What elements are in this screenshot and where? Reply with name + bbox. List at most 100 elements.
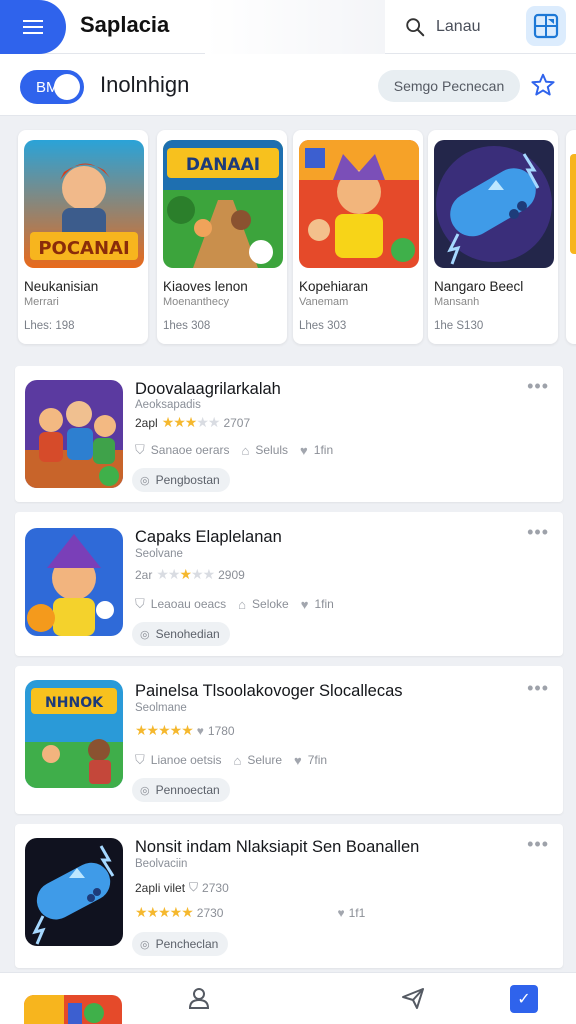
neon-controller-art <box>25 838 123 946</box>
menu-button[interactable] <box>0 0 66 54</box>
featured-card[interactable]: POCANAI Neukanisian Merrari Lhes: 198 <box>18 130 148 344</box>
rating-count: 2730 <box>196 905 224 920</box>
meta-a: Leaoau oeacs <box>150 597 227 611</box>
category-chip[interactable]: ◎ Pennoectan <box>132 778 230 802</box>
item-developer: Seolvane <box>135 548 183 560</box>
rating-count: 2909 <box>218 567 245 582</box>
featured-card-partial[interactable] <box>566 130 576 344</box>
shield-icon: ⛉ <box>135 596 145 611</box>
tag-icon: ◎ <box>140 938 150 951</box>
filter-pill[interactable]: Semgo Pecnecan <box>378 70 520 102</box>
send-icon[interactable] <box>400 985 426 1011</box>
item-title: Painelsa Tlsoolakovoger Slocallecas <box>135 682 403 700</box>
rating-stars: ★★★★★ <box>135 904 194 920</box>
more-options-icon[interactable]: ••• <box>527 678 549 699</box>
meta-a: Sanaoe oerars <box>150 443 230 457</box>
shield-icon: ⛉ <box>135 752 145 767</box>
island-battle-art: NHNOK <box>25 680 123 788</box>
more-options-icon[interactable]: ••• <box>527 834 549 855</box>
rating-count: 2707 <box>223 415 251 430</box>
item-rating: ★★★★★ ♥ 1780 <box>135 722 235 739</box>
category-chip[interactable]: ◎ Pencheclan <box>132 932 229 956</box>
featured-meta: 1hes 308 <box>163 320 211 332</box>
grid-button[interactable] <box>526 6 566 46</box>
toggle-knob <box>54 74 80 100</box>
hamburger-icon <box>23 25 43 29</box>
chat-icon: ⌂ <box>233 752 242 768</box>
featured-carousel: POCANAI Neukanisian Merrari Lhes: 198 DA… <box>0 116 576 356</box>
chip-label: Pencheclan <box>155 937 219 951</box>
featured-meta: Lhes: 198 <box>24 320 75 332</box>
featured-subtitle: Mansanh <box>434 296 480 308</box>
heart-icon: ♥ <box>196 723 204 738</box>
featured-title: Neukanisian <box>24 279 99 294</box>
item-rating: 2ar ★★★★★ 2909 <box>135 566 245 583</box>
featured-title: Kopehiaran <box>299 279 369 294</box>
featured-card[interactable]: Kopehiaran Vanemam Lhes 303 <box>293 130 423 344</box>
item-developer: Seolmane <box>135 702 187 714</box>
more-options-icon[interactable]: ••• <box>527 522 549 543</box>
partial-art <box>570 154 576 254</box>
featured-title: Nangaro Beecl <box>434 279 524 294</box>
meta-c: 1fin <box>314 597 334 611</box>
current-item-thumbnail[interactable] <box>24 995 122 1024</box>
mode-toggle[interactable]: BM <box>20 70 84 104</box>
item-title: Capaks Elaplelanan <box>135 528 282 546</box>
tag-icon: ◎ <box>140 784 150 797</box>
rating-stars: ★★★★★ <box>161 414 221 430</box>
rating-text: 2ar <box>135 567 153 582</box>
list-item[interactable]: NHNOK Painelsa Tlsoolakovoger Slocalleca… <box>15 666 563 814</box>
featured-subtitle: Vanemam <box>299 296 349 308</box>
star-outline-icon[interactable] <box>530 72 556 98</box>
meta-c: 1f1 <box>348 905 366 920</box>
heart-icon: ♥ <box>294 752 302 768</box>
profile-icon[interactable] <box>186 985 212 1011</box>
meta-a: Lianoe oetsis <box>150 753 222 767</box>
featured-subtitle: Merrari <box>24 296 59 308</box>
category-chip[interactable]: ◎ Senohedian <box>132 622 230 646</box>
rating-count: 1780 <box>207 723 235 738</box>
meta-c: 7fin <box>307 753 328 767</box>
featured-card[interactable]: DANAAI Kiaoves lenon Moenanthecy 1hes 30… <box>157 130 287 344</box>
list-item[interactable]: Nonsit indam Nlaksiapit Sen Boanallen Be… <box>15 824 563 968</box>
search-label: Lanau <box>436 18 481 35</box>
featured-meta: Lhes 303 <box>299 320 347 332</box>
hero-boy-art: POCANAI <box>24 140 144 268</box>
chat-icon: ⌂ <box>238 596 247 612</box>
featured-subtitle: Moenanthecy <box>163 296 230 308</box>
featured-card[interactable]: Nangaro Beecl Mansanh 1he S130 <box>428 130 558 344</box>
item-title: Doovalaagrilarkalah <box>135 380 281 398</box>
bottom-navigation: ✓ <box>0 972 576 1024</box>
meta-b: Seluls <box>255 443 289 457</box>
list-item[interactable]: Doovalaagrilarkalah Aeoksapadis 2apl ★★★… <box>15 366 563 502</box>
hero-brawler-art <box>299 140 419 268</box>
app-title: Saplacia <box>80 12 170 37</box>
item-title: Nonsit indam Nlaksiapit Sen Boanallen <box>135 838 420 856</box>
checkbox-icon[interactable]: ✓ <box>510 985 538 1013</box>
jungle-adventure-art: DANAAI <box>163 140 283 268</box>
category-chip[interactable]: ◎ Pengbostan <box>132 468 230 492</box>
shield-icon: ⛉ <box>135 442 145 457</box>
search-icon <box>406 18 425 37</box>
chip-label: Pennoectan <box>155 783 220 797</box>
search-button[interactable]: Lanau <box>404 10 481 44</box>
heart-icon: ♥ <box>300 596 309 612</box>
chip-label: Pengbostan <box>155 473 220 487</box>
rating-text: 2apl <box>135 415 158 430</box>
item-meta: ⛉ Sanaoe oerars ⌂ Seluls ♥ 1fin <box>135 442 333 458</box>
svg-text:POCANAI: POCANAI <box>38 238 129 259</box>
shield-icon: ⛉ <box>189 880 199 894</box>
meta-b: Seloke <box>252 597 289 611</box>
item-rating-text: 2apli vilet ⛉ 2730 <box>135 880 229 895</box>
list-item[interactable]: Capaks Elaplelanan Seolvane 2ar ★★★★★ 29… <box>15 512 563 656</box>
tag-icon: ◎ <box>140 628 150 641</box>
rating-count-secondary: 2730 <box>202 880 229 895</box>
heart-icon: ♥ <box>300 442 308 458</box>
item-rating: 2apl ★★★★★ 2707 <box>135 414 250 431</box>
section-title: Inolnhign <box>100 72 190 97</box>
meta-c: 1fin <box>313 443 334 457</box>
more-options-icon[interactable]: ••• <box>527 376 549 397</box>
wizard-kid-art <box>25 528 123 636</box>
rating-text: 2apli vilet <box>135 880 186 895</box>
item-meta: ⛉ Leaoau oeacs ⌂ Seloke ♥ 1fin <box>135 596 334 612</box>
